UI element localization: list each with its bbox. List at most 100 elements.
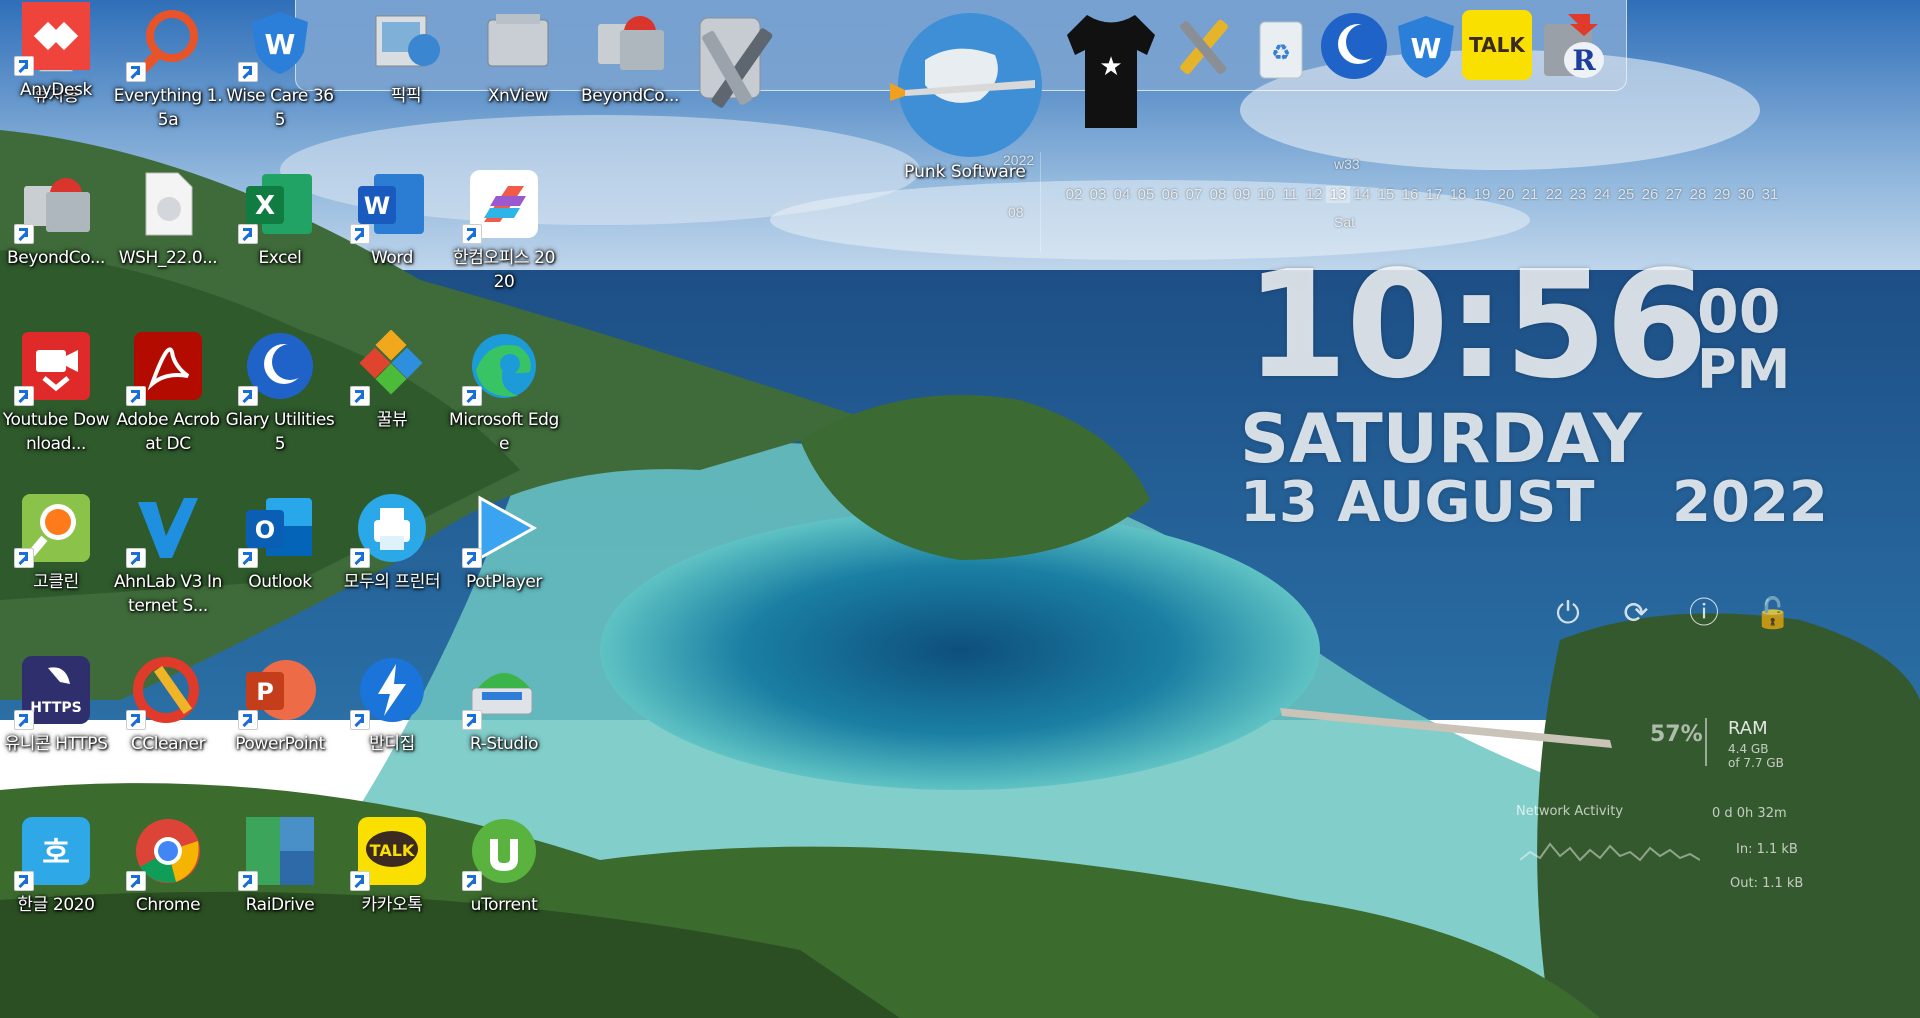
dock-item-tshirt[interactable]: ★ (1057, 10, 1163, 130)
desktop-icon-printer[interactable]: 모두의 프린터 (336, 492, 448, 594)
desktop-icon-word[interactable]: W Word (336, 168, 448, 270)
shortcut-arrow-icon (462, 871, 482, 891)
desktop-icon-edge[interactable]: Microsoft Edge (448, 330, 560, 456)
shortcut-arrow-icon (14, 548, 34, 568)
desktop-icon-excel[interactable]: X Excel (224, 168, 336, 270)
dock-item-glary[interactable] (1318, 10, 1390, 82)
beyond-compare-icon (594, 6, 666, 78)
dock-item-recycle-bin[interactable]: ♻ (1250, 12, 1312, 82)
desktop-icon-kakaotalk[interactable]: TALK 카카오톡 (336, 815, 448, 917)
desktop-icon-label: 꿀뷰 (376, 410, 408, 430)
svg-text:O: O (255, 516, 275, 544)
desktop-icon-hangul[interactable]: 호 한글 2020 (0, 815, 112, 917)
desktop-icon-potplayer[interactable]: PotPlayer (448, 492, 560, 594)
shortcut-arrow-icon (14, 386, 34, 406)
calendar-day: 18 (1449, 186, 1467, 203)
calendar-day: 06 (1161, 186, 1179, 203)
desktop-icon-acrobat[interactable]: Adobe Acrobat DC (112, 330, 224, 456)
wise-care-icon: W (238, 6, 316, 82)
settings-tools-icon (690, 8, 790, 118)
network-out: Out: 1.1 kB (1730, 876, 1804, 891)
potplayer-icon (462, 492, 540, 568)
dock-item-wise-care[interactable]: W (1394, 12, 1458, 80)
wise-care-icon: W (1394, 12, 1458, 80)
dock-item-tools-2[interactable] (1168, 10, 1242, 84)
desktop-icon-utorrent[interactable]: uTorrent (448, 815, 560, 917)
kakaotalk-icon: TALK (350, 815, 428, 891)
desktop-icon-anydesk[interactable]: AnyDesk (0, 0, 112, 102)
shortcut-arrow-icon (126, 386, 146, 406)
desktop-icon-file[interactable]: WSH_22.0... (112, 168, 224, 270)
desktop-icon-label: 픽픽 (390, 86, 422, 106)
calendar-day-today: 13 (1326, 186, 1350, 203)
desktop-icon-label: WSH_22.0... (118, 248, 218, 268)
desktop-icon-picpick[interactable]: 픽픽 (350, 6, 462, 108)
shortcut-arrow-icon (14, 871, 34, 891)
desktop-icon-powerpoint[interactable]: P PowerPoint (224, 654, 336, 756)
desktop-icon-r-studio[interactable]: R-Studio (448, 654, 560, 756)
shortcut-arrow-icon (350, 710, 370, 730)
ram-used: 4.4 GB (1728, 742, 1769, 756)
desktop-icon-label: BeyondCo... (581, 86, 679, 106)
shortcut-arrow-icon (462, 710, 482, 730)
ram-label: RAM (1728, 718, 1768, 739)
clock-date: 13 AUGUST (1240, 470, 1595, 535)
calendar-day: 28 (1689, 186, 1707, 203)
lock-icon[interactable]: 🔓 (1754, 596, 1791, 632)
calendar-day: 27 (1665, 186, 1683, 203)
shortcut-arrow-icon (350, 386, 370, 406)
desktop-icon-raidrive[interactable]: RaiDrive (224, 815, 336, 917)
calendar-days-row: 02 03 04 05 06 07 08 09 10 11 12 13 14 15 16 17 18 19 20 21… (1062, 186, 1782, 203)
calendar-day: 02 (1065, 186, 1083, 203)
desktop-icon-youtube-downloader[interactable]: Youtube Download... (0, 330, 112, 456)
kakaotalk-icon: TALK (1462, 10, 1532, 80)
power-icon[interactable]: ⏻ (1550, 596, 1586, 632)
uptime: 0 d 0h 32m (1712, 806, 1787, 821)
shortcut-arrow-icon (462, 224, 482, 244)
desktop-icon-honeyview[interactable]: 꿀뷰 (336, 330, 448, 432)
dock-item-r-studio[interactable]: R (1538, 10, 1608, 82)
desktop-icon-xnview[interactable]: XnView (462, 6, 574, 108)
clock-seconds: 00 (1697, 277, 1781, 347)
desktop-icon-beyond-compare[interactable]: BeyondCo... (0, 168, 112, 270)
desktop-icon-ccleaner[interactable]: CCleaner (112, 654, 224, 756)
desktop-icon-beyond-compare[interactable]: BeyondCo... (574, 6, 686, 108)
printer-icon (350, 492, 428, 568)
restart-icon[interactable]: ⟳ (1618, 596, 1654, 632)
calendar-weekday: Sat (1334, 214, 1356, 230)
everything-search-icon (126, 6, 204, 82)
desktop-icon-label: R-Studio (469, 734, 539, 754)
desktop-icon-glary-utilities[interactable]: Glary Utilities 5 (224, 330, 336, 456)
calendar-day: 17 (1425, 186, 1443, 203)
dock-item-kakaotalk[interactable]: TALK (1462, 10, 1532, 80)
dock-item-tools[interactable] (690, 8, 790, 118)
desktop-icon-label: Excel (258, 248, 302, 268)
desktop-icon-label: CCleaner (130, 734, 206, 754)
r-studio-icon (462, 654, 540, 730)
desktop-icon-chrome[interactable]: Chrome (112, 815, 224, 917)
desktop-icon-label: 한글 2020 (17, 895, 95, 915)
desktop-icon-outlook[interactable]: O Outlook (224, 492, 336, 594)
desktop-icon-label: Outlook (248, 572, 312, 592)
clock-ampm: PM (1697, 338, 1791, 401)
calendar-day: 29 (1713, 186, 1731, 203)
unicorn-https-icon: HTTPS (14, 654, 92, 730)
desktop-icon-everything-search[interactable]: Everything 1.5a (112, 6, 224, 132)
calendar-day: 14 (1353, 186, 1371, 203)
calendar-day: 12 (1305, 186, 1323, 203)
desktop-icon-wise-care[interactable]: W Wise Care 365 (224, 6, 336, 132)
desktop-icon-label: Microsoft Edge (449, 410, 559, 454)
svg-text:W: W (265, 28, 296, 61)
desktop-icon-bandizip[interactable]: 반디집 (336, 654, 448, 756)
calendar-day: 20 (1497, 186, 1515, 203)
shutdown-icon[interactable]: ⓘ (1686, 596, 1722, 632)
desktop-icon-unicorn-https[interactable]: HTTPS 유니콘 HTTPS (0, 654, 112, 756)
file-icon (132, 168, 204, 240)
desktop-icon-goclean[interactable]: 고클린 (0, 492, 112, 594)
hancom-office-icon (462, 168, 540, 244)
desktop-icon-hancom-office[interactable]: 한컴오피스 2020 (448, 168, 560, 294)
calendar-day: 07 (1185, 186, 1203, 203)
calendar-month: 08 (1008, 204, 1024, 220)
desktop-icon-ahnlab-v3[interactable]: AhnLab V3 Internet S... (112, 492, 224, 618)
calendar-day: 24 (1593, 186, 1611, 203)
